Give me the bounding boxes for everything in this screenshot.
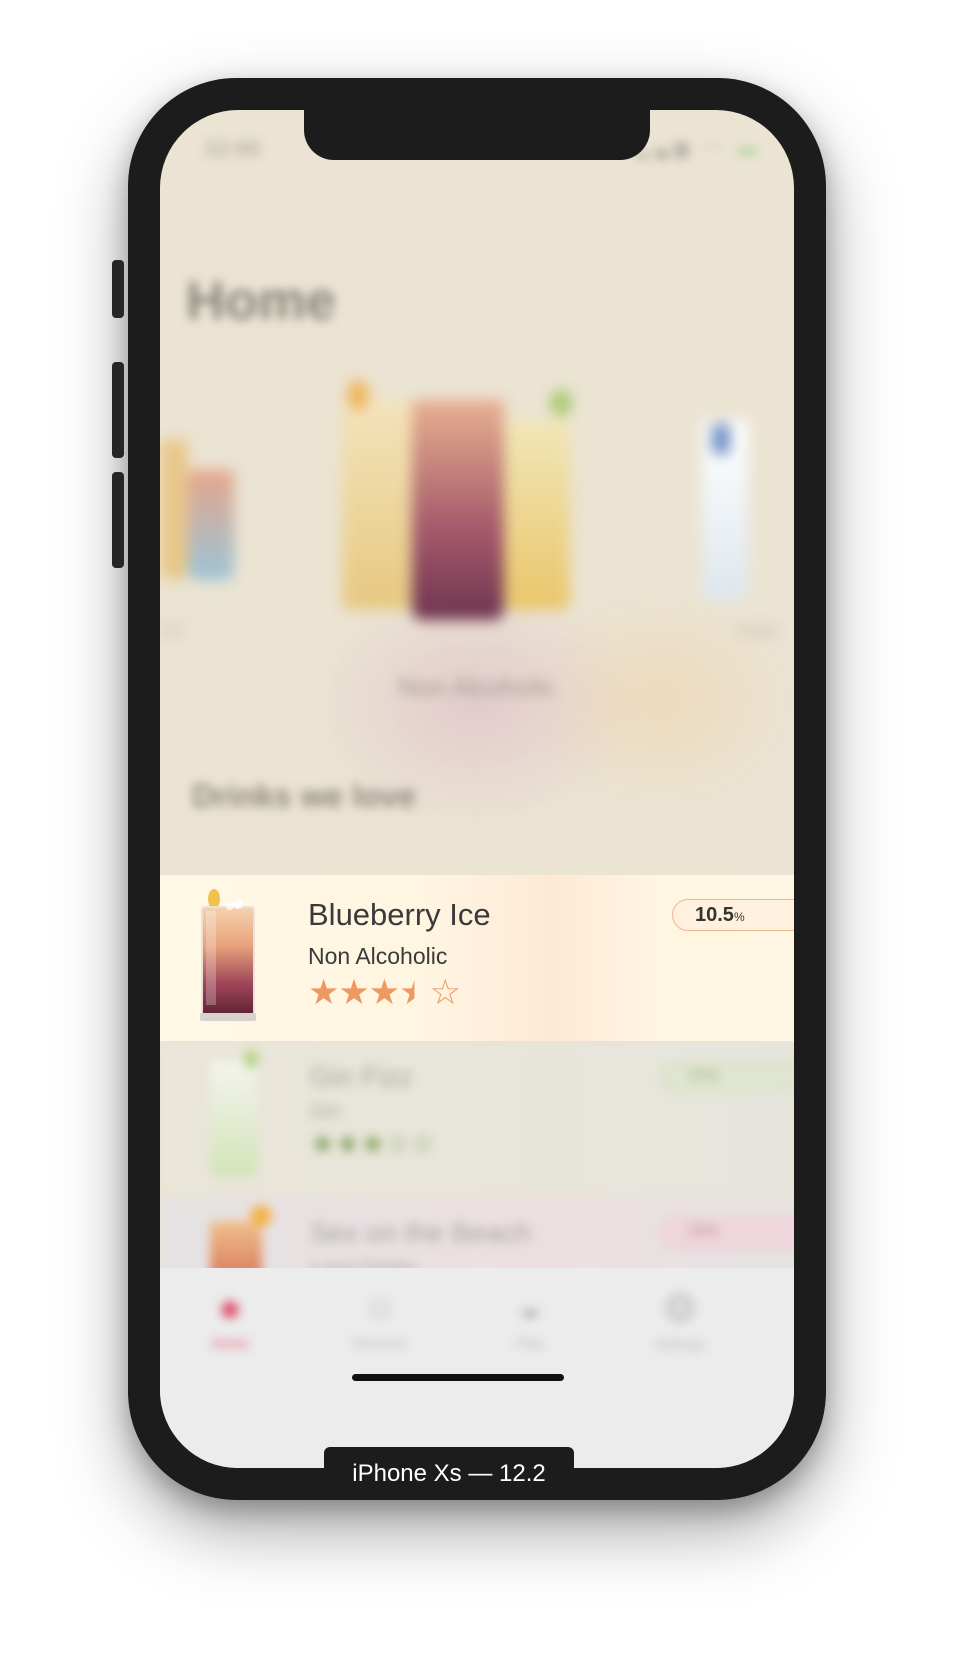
page-title: Home [186, 271, 337, 331]
notch [304, 110, 650, 160]
phone-screen: 12:00 ▂▄▆ ◠ ▬ Home Gin Vodka Non Alcohol… [160, 110, 794, 1468]
orange-slice-icon [250, 1205, 272, 1227]
lime-garnish [550, 390, 572, 416]
abv-unit: % [733, 910, 745, 924]
tab-settings[interactable]: ⚙ Settings [630, 1286, 730, 1352]
category-carousel[interactable]: Gin Vodka [160, 360, 794, 830]
device-label: iPhone Xs — 12.2 [324, 1447, 574, 1500]
section-title: Drinks we love [192, 778, 417, 814]
tab-home[interactable]: ● Home [180, 1286, 280, 1351]
bottle-cap [712, 424, 730, 454]
list-item-category: Gin [310, 1101, 342, 1123]
star-half-icon: ★ [399, 973, 430, 1012]
featured-drink-name: Blueberry Ice [308, 897, 491, 932]
tab-discover[interactable]: ○ Discover [330, 1286, 430, 1351]
abv-value: 10.5 [695, 904, 734, 926]
carousel-current-label: Non Alcoholic [398, 672, 556, 702]
center-drink-right-glass [504, 420, 570, 610]
star-filled-icon: ★ [308, 973, 339, 1012]
center-drink-main-glass[interactable] [412, 400, 504, 620]
volume-down-button [112, 472, 124, 568]
mute-switch [112, 260, 124, 318]
star-empty-icon: ☆ [429, 973, 461, 1012]
featured-rating: ★★★★☆ [308, 973, 461, 1013]
center-drink-left-glass [342, 400, 412, 610]
cocktail-icon: ● [217, 1286, 243, 1330]
list-item-badge-label: 15% [687, 1067, 720, 1084]
featured-drink-category: Non Alcoholic [308, 943, 448, 969]
list-item[interactable]: Gin Fizz Gin ★★★☆☆ 15% [160, 1041, 794, 1197]
tab-home-label: Home [211, 1335, 249, 1351]
list-item-badge-label: 16% [687, 1223, 720, 1240]
tab-discover-label: Discover [352, 1335, 408, 1351]
lime-icon [244, 1049, 258, 1069]
list-item-rating: ★★★☆☆ [310, 1128, 436, 1159]
abv-badge: 10.5% [672, 899, 794, 931]
list-item-name: Gin Fizz [310, 1061, 413, 1092]
gear-icon: ⚙ [662, 1287, 698, 1331]
status-time: 12:00 [204, 136, 261, 161]
left-drink-image-2 [188, 470, 234, 580]
volume-up-button [112, 362, 124, 458]
star-filled-icon: ★ [338, 973, 369, 1012]
battery-icon: ▬ [738, 138, 762, 158]
gin-fizz-glass-icon [210, 1061, 258, 1177]
featured-drink-card[interactable]: Blueberry Ice Non Alcoholic ★★★★☆ 10.5% [160, 875, 794, 1041]
tab-play-label: Play [516, 1335, 544, 1351]
tab-settings-label: Settings [654, 1336, 706, 1352]
wifi-icon: ◠ [705, 138, 727, 158]
tab-bar: ● Home ○ Discover ◒ Play ⚙ Settings [160, 1268, 794, 1468]
lemon-garnish [348, 380, 368, 410]
list-item-badge: 16% [660, 1217, 794, 1249]
blueberry-ice-glass-icon [200, 889, 256, 1021]
star-filled-icon: ★ [368, 973, 400, 1012]
search-icon: ○ [367, 1286, 393, 1330]
left-drink-image[interactable] [160, 440, 188, 580]
carousel-right-label: Vodka [734, 622, 779, 639]
list-item-badge: 15% [660, 1061, 794, 1093]
gamepad-icon: ◒ [517, 1286, 543, 1330]
home-indicator[interactable] [352, 1374, 564, 1381]
list-item-name: Sex on the Beach [310, 1217, 532, 1248]
tab-play[interactable]: ◒ Play [480, 1286, 580, 1351]
carousel-left-label: Gin [160, 622, 185, 639]
status-icons: ▂▄▆ ◠ ▬ [636, 138, 762, 159]
